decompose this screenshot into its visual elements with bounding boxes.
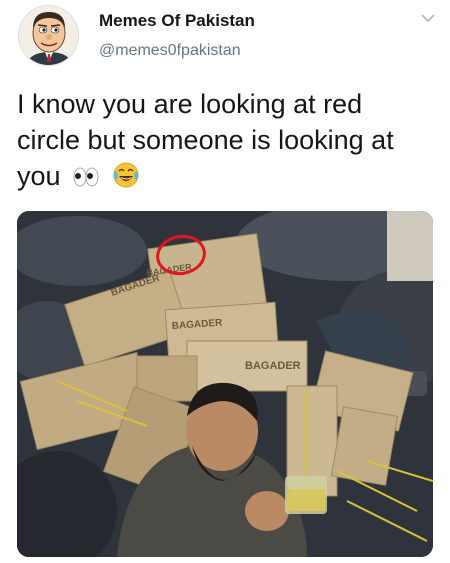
handle[interactable]: @memes0fpakistan — [99, 40, 255, 62]
avatar[interactable] — [18, 5, 79, 66]
author-block: Memes Of Pakistan @memes0fpakistan — [99, 10, 255, 62]
tweet-text-line: circle but someone is looking at — [17, 125, 394, 155]
cartoon-face-icon — [19, 6, 78, 65]
tweet-text-word: you — [17, 161, 61, 191]
tears-of-joy-emoji-icon — [113, 162, 138, 188]
eyes-emoji-icon — [73, 167, 99, 187]
tweet-text-line: I know you are looking at red — [17, 89, 363, 119]
tweet-image[interactable]: BAGADER BAGADER BAGADER BAGADER — [17, 211, 433, 557]
photo-scene: BAGADER BAGADER BAGADER BAGADER — [17, 211, 433, 557]
chevron-down-icon[interactable] — [420, 12, 436, 24]
tweet-card: Memes Of Pakistan @memes0fpakistan I kno… — [0, 0, 450, 563]
tweet-text: I know you are looking at red circle but… — [17, 86, 437, 194]
box-label: BAGADER — [245, 360, 301, 372]
display-name[interactable]: Memes Of Pakistan — [99, 10, 255, 32]
tweet-text-line: you — [17, 158, 437, 194]
